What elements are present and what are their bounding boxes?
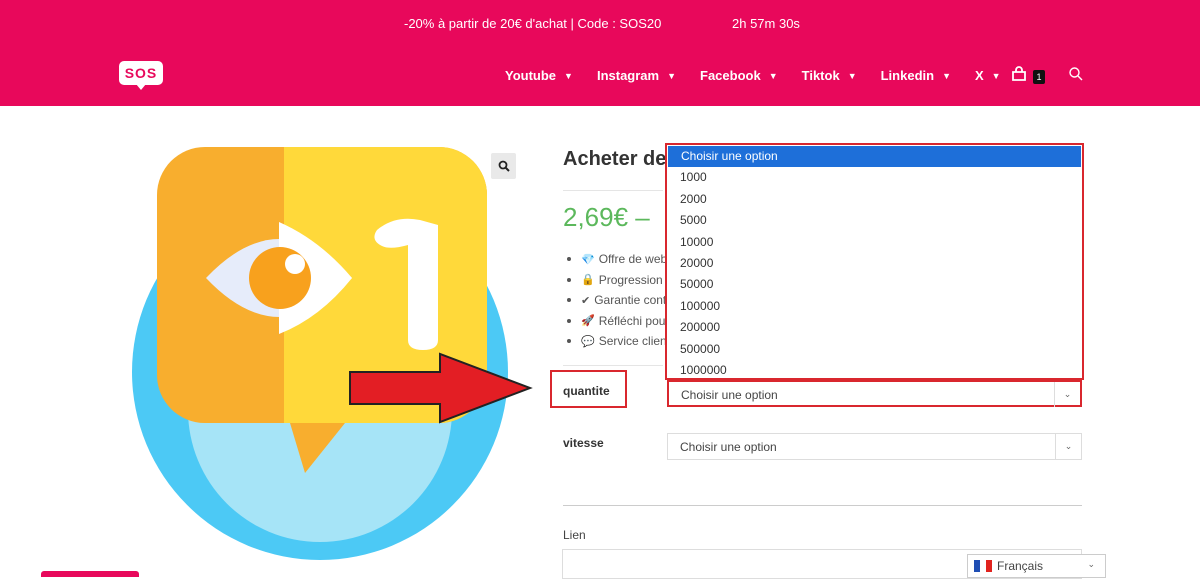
chevron-down-icon: ▼: [942, 70, 951, 81]
chevron-down-icon: ⌄: [1055, 434, 1081, 459]
nav-item-youtube[interactable]: Youtube ▼: [505, 68, 573, 83]
search-icon: [1069, 67, 1083, 81]
chevron-down-icon: ▼: [847, 70, 857, 81]
dropdown-option[interactable]: 200000: [667, 317, 1082, 338]
feature-text: Progression 1: [598, 272, 673, 287]
dropdown-option[interactable]: 500000: [667, 339, 1082, 360]
product-title: Acheter des: [563, 148, 678, 170]
dropdown-option[interactable]: 5000: [667, 210, 1082, 231]
product-price: 2,69€ –: [563, 202, 650, 232]
dropdown-option[interactable]: 1000000: [667, 360, 1082, 381]
french-flag-icon: [974, 560, 992, 572]
nav-item-x[interactable]: X ▼: [975, 68, 1001, 83]
feature-text: Réfléchi pour: [598, 313, 670, 328]
pink-button-edge[interactable]: [41, 571, 139, 577]
language-label: Français: [997, 559, 1044, 573]
logo-bubble-tail: [136, 84, 146, 90]
list-item: 🚀 Réfléchi pour: [567, 311, 677, 332]
vitesse-label: vitesse: [563, 436, 604, 450]
main-nav: Youtube ▼ Instagram ▼ Facebook ▼ Tiktok ▼ Li…: [505, 68, 1025, 83]
nav-item-instagram[interactable]: Instagram ▼: [597, 68, 676, 83]
divider: [563, 505, 1082, 506]
promo-banner-text: -20% à partir de 20€ d'achat | Code : SO…: [404, 16, 662, 31]
search-button[interactable]: [1068, 66, 1084, 82]
site-logo[interactable]: SOS: [119, 61, 163, 91]
nav-item-label: X: [974, 68, 984, 83]
nav-item-linkedin[interactable]: Linkedin ▼: [881, 68, 951, 83]
list-item: ✔ Garantie contr: [567, 290, 677, 311]
dropdown-option[interactable]: 1000: [667, 167, 1082, 188]
lock-icon: 🔒: [581, 274, 595, 287]
chevron-down-icon: ▼: [564, 70, 573, 81]
lien-label: Lien: [563, 528, 586, 542]
nav-item-label: Tiktok: [801, 68, 840, 83]
checkmark-icon: ✔: [581, 294, 591, 307]
magnifier-icon: [498, 160, 510, 172]
chevron-down-icon: ⌄: [1054, 382, 1080, 407]
top-header: -20% à partir de 20€ d'achat | Code : SO…: [0, 0, 1200, 106]
nav-item-label: Facebook: [700, 68, 761, 83]
bullet-icon: [567, 298, 571, 303]
speech-bubble-icon: 💬: [581, 335, 595, 348]
chevron-down-icon: ▼: [667, 70, 677, 81]
nav-item-tiktok[interactable]: Tiktok ▼: [802, 68, 857, 83]
dropdown-option[interactable]: 20000: [667, 253, 1082, 274]
quantite-label: quantite: [550, 370, 627, 408]
cart-button[interactable]: 1: [1011, 66, 1047, 86]
rocket-icon: 🚀: [581, 315, 595, 328]
dropdown-option[interactable]: Choisir une option: [668, 146, 1081, 168]
divider: [563, 365, 663, 366]
shopping-bag-icon: [1012, 66, 1026, 81]
quantite-dropdown-list[interactable]: Choisir une option 1000 2000 5000 10000 …: [665, 143, 1084, 380]
quantite-select[interactable]: Choisir une option ⌄: [667, 380, 1082, 407]
zoom-button[interactable]: [491, 153, 516, 179]
logo-text: SOS: [119, 61, 163, 85]
nav-item-label: Linkedin: [880, 68, 935, 83]
vitesse-select[interactable]: Choisir une option ⌄: [667, 433, 1082, 460]
nav-item-facebook[interactable]: Facebook ▼: [700, 68, 778, 83]
dropdown-option[interactable]: 10000: [667, 232, 1082, 253]
bullet-icon: [567, 318, 571, 323]
nav-item-label: Instagram: [596, 68, 660, 83]
bullet-icon: [567, 257, 571, 262]
chevron-down-icon: ▼: [768, 70, 778, 81]
diamond-icon: 💎: [581, 253, 595, 266]
divider: [563, 190, 663, 191]
dropdown-option[interactable]: 2000: [667, 189, 1082, 210]
chevron-down-icon: ⌄: [1087, 559, 1095, 569]
bullet-icon: [567, 277, 571, 282]
countdown-timer: 2h 57m 30s: [732, 16, 800, 31]
quantite-select-value: Choisir une option: [681, 388, 778, 402]
feature-text: Garantie contr: [594, 293, 671, 308]
feature-text: Service client: [598, 334, 671, 349]
annotation-arrow-icon: [349, 352, 533, 424]
vitesse-select-value: Choisir une option: [680, 440, 777, 454]
list-item: 💬 Service client: [567, 331, 677, 352]
chevron-down-icon: ▼: [991, 70, 1001, 81]
language-switcher[interactable]: Français ⌄: [967, 554, 1106, 578]
bullet-icon: [567, 339, 571, 344]
feature-list: 💎 Offre de webm 🔒 Progression 1 ✔ Garantie …: [567, 249, 677, 352]
dropdown-option[interactable]: 50000: [667, 274, 1082, 295]
dropdown-option[interactable]: 100000: [667, 296, 1082, 317]
list-item: 💎 Offre de webm: [567, 249, 677, 270]
cart-count-badge: 1: [1033, 70, 1045, 84]
nav-item-label: Youtube: [505, 68, 557, 83]
eye-notification-illustration: [132, 147, 508, 560]
list-item: 🔒 Progression 1: [567, 270, 677, 291]
product-image[interactable]: [120, 140, 520, 560]
